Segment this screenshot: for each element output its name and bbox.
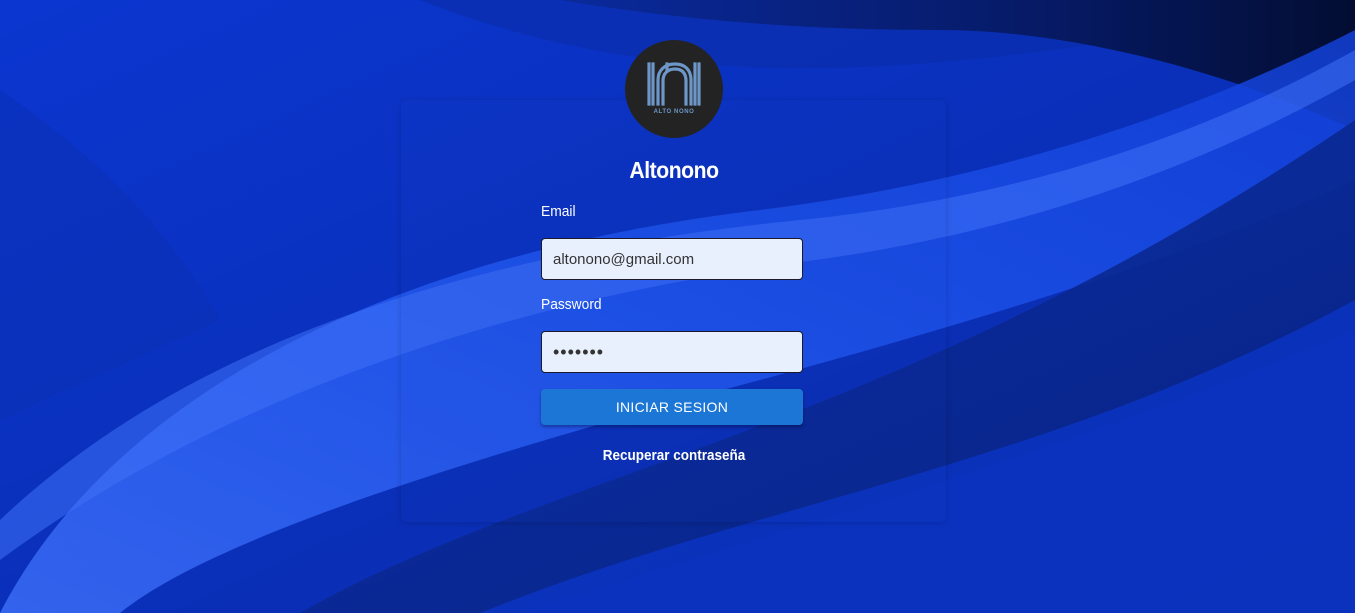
- email-field[interactable]: [541, 238, 803, 280]
- page-title: Altonono: [629, 157, 719, 183]
- password-label: Password: [541, 296, 602, 313]
- email-label: Email: [541, 203, 576, 220]
- brand-logo: ALTO NONO: [625, 40, 723, 138]
- login-button[interactable]: INICIAR SESION: [541, 389, 803, 425]
- logo-mark-icon: [647, 62, 701, 106]
- recover-password-link[interactable]: Recuperar contraseña: [554, 447, 793, 464]
- logo-text: ALTO NONO: [653, 109, 695, 115]
- password-field[interactable]: [541, 331, 803, 373]
